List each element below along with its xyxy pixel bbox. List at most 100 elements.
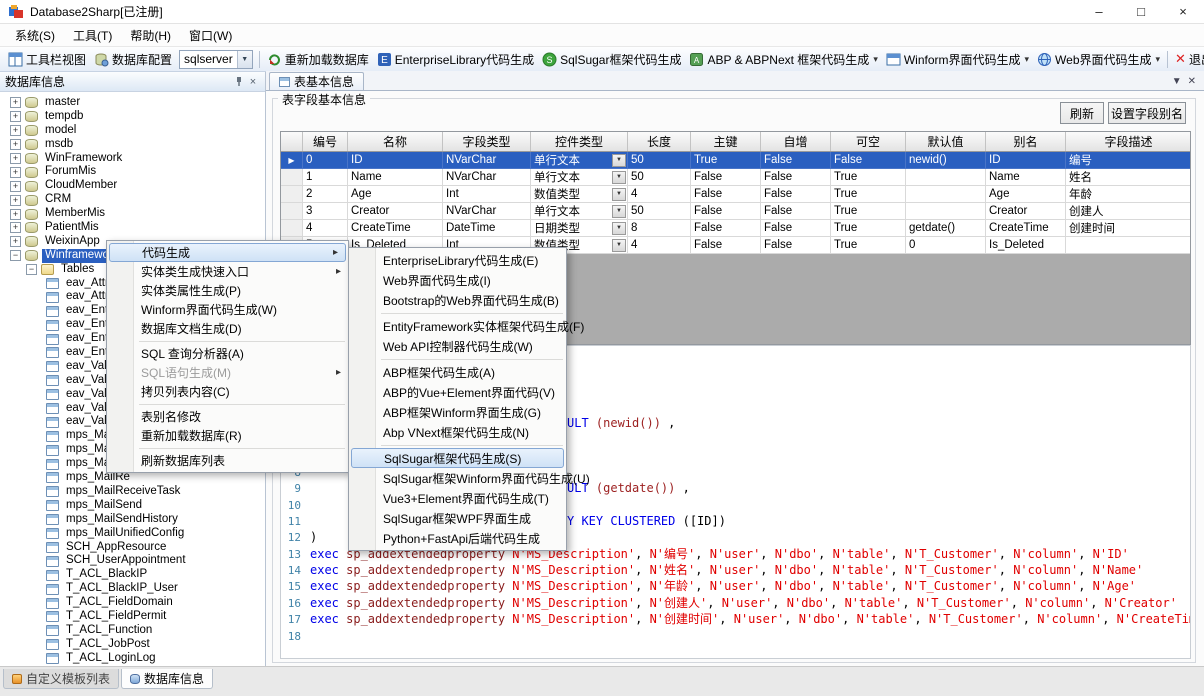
grid-cell[interactable]: 50 (628, 203, 691, 220)
grid-cell[interactable]: newid() (906, 152, 986, 169)
menu-item[interactable]: Web界面代码生成(I) (349, 270, 566, 290)
expand-icon[interactable]: + (10, 222, 21, 233)
abp-dropdown-icon[interactable]: ▾ (873, 54, 878, 65)
menu-window[interactable]: 窗口(W) (180, 24, 241, 47)
menu-item[interactable]: 刷新数据库列表 (107, 451, 348, 470)
grid-cell[interactable]: False (761, 152, 831, 169)
tree-item[interactable]: +tempdb (0, 110, 265, 124)
column-header[interactable]: 可空 (831, 132, 906, 151)
grid-cell[interactable]: True (831, 169, 906, 186)
grid-row[interactable]: 2AgeInt数值类型▼4FalseFalseTrueAge年龄 (281, 186, 1190, 203)
menu-item[interactable]: 表别名修改 (107, 407, 348, 426)
grid-cell[interactable]: NVarChar (443, 203, 531, 220)
toolbar-view-button[interactable]: 工具栏视图 (4, 49, 90, 70)
grid-cell[interactable]: True (831, 237, 906, 254)
expand-icon[interactable]: + (10, 153, 21, 164)
tree-item[interactable]: T_ACL_BlackIP (0, 568, 265, 582)
grid-cell[interactable]: 4 (628, 237, 691, 254)
tree-item[interactable]: T_ACL_FieldDomain (0, 596, 265, 610)
tab-custom-template-list[interactable]: 自定义模板列表 (3, 669, 119, 689)
grid-cell[interactable]: 8 (628, 220, 691, 237)
grid-cell[interactable]: NVarChar (443, 152, 531, 169)
grid-cell[interactable]: 创建时间 (1066, 220, 1191, 237)
expand-icon[interactable]: + (10, 195, 21, 206)
tree-item[interactable]: SCH_AppResource (0, 541, 265, 555)
cell-combo-dropdown-icon[interactable]: ▼ (612, 239, 626, 252)
menu-item[interactable]: ABP框架代码生成(A) (349, 362, 566, 382)
menu-item[interactable]: 代码生成▸ (109, 243, 346, 262)
grid-cell[interactable]: Creator (986, 203, 1066, 220)
grid-cell[interactable]: 数值类型▼ (531, 186, 628, 203)
grid-cell[interactable]: DateTime (443, 220, 531, 237)
grid-cell[interactable]: False (761, 220, 831, 237)
tree-item[interactable]: +CloudMember (0, 179, 265, 193)
tree-item[interactable]: T_ACL_LoginLog (0, 652, 265, 666)
tree-item[interactable]: +master (0, 96, 265, 110)
tree-item[interactable]: SCH_UserAppointment (0, 554, 265, 568)
set-field-alias-button[interactable]: 设置字段别名 (1108, 102, 1186, 124)
minimize-button[interactable]: – (1078, 0, 1120, 23)
grid-cell[interactable]: 单行文本▼ (531, 169, 628, 186)
cell-combo-dropdown-icon[interactable]: ▼ (612, 205, 626, 218)
collapse-icon[interactable]: − (10, 250, 21, 261)
cell-combo-dropdown-icon[interactable]: ▼ (612, 222, 626, 235)
grid-cell[interactable]: 年龄 (1066, 186, 1191, 203)
grid-cell[interactable]: ID (348, 152, 443, 169)
grid-cell[interactable] (906, 169, 986, 186)
grid-cell[interactable]: False (831, 152, 906, 169)
cell-combo-dropdown-icon[interactable]: ▼ (612, 171, 626, 184)
grid-cell[interactable]: False (761, 186, 831, 203)
grid-cell[interactable]: 2 (303, 186, 348, 203)
grid-cell[interactable]: True (831, 203, 906, 220)
grid-cell[interactable] (1066, 237, 1191, 254)
column-header[interactable]: 控件类型 (531, 132, 628, 151)
grid-cell[interactable]: Is_Deleted (986, 237, 1066, 254)
grid-cell[interactable]: False (691, 220, 761, 237)
grid-cell[interactable]: 0 (303, 152, 348, 169)
tree-item[interactable]: T_ACL_BlackIP_User (0, 582, 265, 596)
toolbar-dbconfig-button[interactable]: 数据库配置 (90, 49, 176, 70)
menu-item[interactable]: SqlSugar框架WPF界面生成 (349, 508, 566, 528)
menu-item[interactable]: Vue3+Element界面代码生成(T) (349, 488, 566, 508)
grid-cell[interactable]: False (761, 237, 831, 254)
row-selector-cell[interactable] (281, 220, 303, 237)
panel-close-icon[interactable]: × (246, 75, 260, 89)
column-header[interactable]: 自增 (761, 132, 831, 151)
close-button[interactable]: × (1162, 0, 1204, 23)
grid-cell[interactable]: 1 (303, 169, 348, 186)
expand-icon[interactable]: + (10, 125, 21, 136)
maximize-button[interactable]: □ (1120, 0, 1162, 23)
tree-item[interactable]: T_ACL_FieldPermit (0, 610, 265, 624)
menu-help[interactable]: 帮助(H) (121, 24, 180, 47)
column-header[interactable]: 默认值 (906, 132, 986, 151)
menu-item[interactable]: EnterpriseLibrary代码生成(E) (349, 250, 566, 270)
grid-cell[interactable] (906, 186, 986, 203)
menu-system[interactable]: 系统(S) (6, 24, 64, 47)
web-dropdown-icon[interactable]: ▾ (1156, 54, 1161, 65)
menu-item[interactable]: Winform界面代码生成(W) (107, 300, 348, 319)
grid-cell[interactable]: 单行文本▼ (531, 152, 628, 169)
column-header[interactable]: 主键 (691, 132, 761, 151)
menu-item[interactable]: Abp VNext框架代码生成(N) (349, 422, 566, 442)
grid-cell[interactable]: ID (986, 152, 1066, 169)
expand-icon[interactable]: + (10, 209, 21, 220)
grid-cell[interactable]: Name (348, 169, 443, 186)
row-selector-cell[interactable] (281, 203, 303, 220)
menu-item[interactable]: SQL 查询分析器(A) (107, 344, 348, 363)
grid-cell[interactable]: Age (348, 186, 443, 203)
toolbar-reload-button[interactable]: 重新加载数据库 (263, 49, 373, 70)
tree-item[interactable]: mps_MailRe (0, 471, 265, 485)
menu-item[interactable]: Web API控制器代码生成(W) (349, 336, 566, 356)
winform-dropdown-icon[interactable]: ▾ (1025, 54, 1030, 65)
grid-cell[interactable]: 50 (628, 152, 691, 169)
menu-item[interactable]: SQL语句生成(M)▸ (107, 363, 348, 382)
expand-icon[interactable]: + (10, 139, 21, 150)
combo-arrow-icon[interactable]: ▼ (237, 51, 252, 68)
column-header[interactable]: 字段描述 (1066, 132, 1191, 151)
grid-cell[interactable]: 单行文本▼ (531, 203, 628, 220)
tree-item[interactable]: +CRM (0, 193, 265, 207)
tree-item[interactable]: T_ACL_Function (0, 624, 265, 638)
pin-icon[interactable] (232, 75, 246, 89)
grid-cell[interactable]: CreateTime (348, 220, 443, 237)
grid-cell[interactable]: 50 (628, 169, 691, 186)
